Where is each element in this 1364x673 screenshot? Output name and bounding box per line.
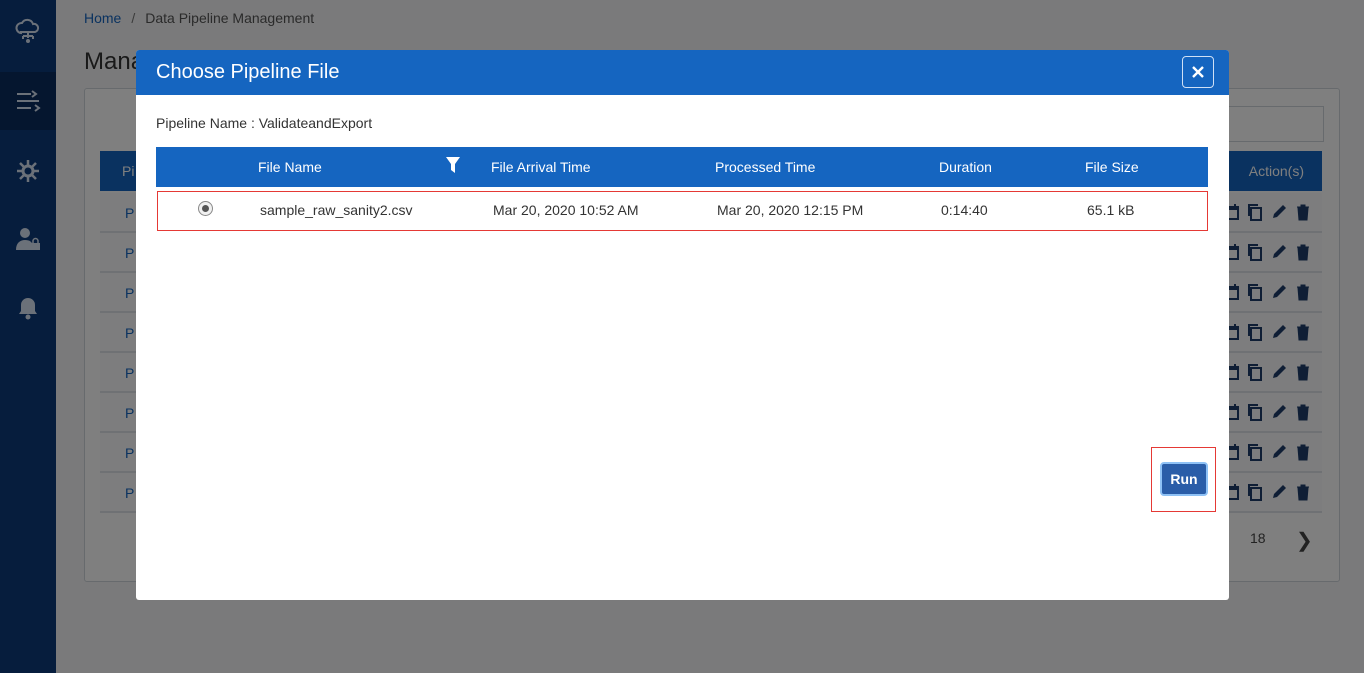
dialog-header: Choose Pipeline File	[136, 50, 1229, 95]
pipeline-name-label: Pipeline Name : ValidateandExport	[156, 115, 373, 131]
table-row[interactable]: sample_raw_sanity2.csv Mar 20, 2020 10:5…	[157, 191, 1208, 231]
choose-pipeline-file-dialog: Choose Pipeline File Pipeline Name : Val…	[136, 50, 1229, 600]
column-header-file-size[interactable]: File Size	[1085, 159, 1139, 175]
column-header-file-name[interactable]: File Name	[258, 159, 322, 175]
file-table-header: File Name File Arrival Time Processed Ti…	[156, 147, 1208, 187]
column-header-processed-time[interactable]: Processed Time	[715, 159, 815, 175]
close-button[interactable]	[1182, 56, 1214, 88]
cell-file-size: 65.1 kB	[1087, 202, 1135, 218]
cell-duration: 0:14:40	[941, 202, 988, 218]
filter-icon[interactable]	[446, 157, 460, 176]
cell-file-name: sample_raw_sanity2.csv	[260, 202, 413, 218]
file-table: File Name File Arrival Time Processed Ti…	[156, 147, 1208, 231]
close-icon	[1192, 66, 1204, 78]
column-header-duration[interactable]: Duration	[939, 159, 992, 175]
cell-arrival-time: Mar 20, 2020 10:52 AM	[493, 202, 639, 218]
run-button[interactable]: Run	[1160, 462, 1208, 496]
cell-processed-time: Mar 20, 2020 12:15 PM	[717, 202, 864, 218]
row-select-radio[interactable]	[198, 201, 213, 216]
column-header-file-arrival-time[interactable]: File Arrival Time	[491, 159, 591, 175]
dialog-title: Choose Pipeline File	[156, 61, 340, 83]
run-button-highlight: Run	[1151, 447, 1216, 512]
